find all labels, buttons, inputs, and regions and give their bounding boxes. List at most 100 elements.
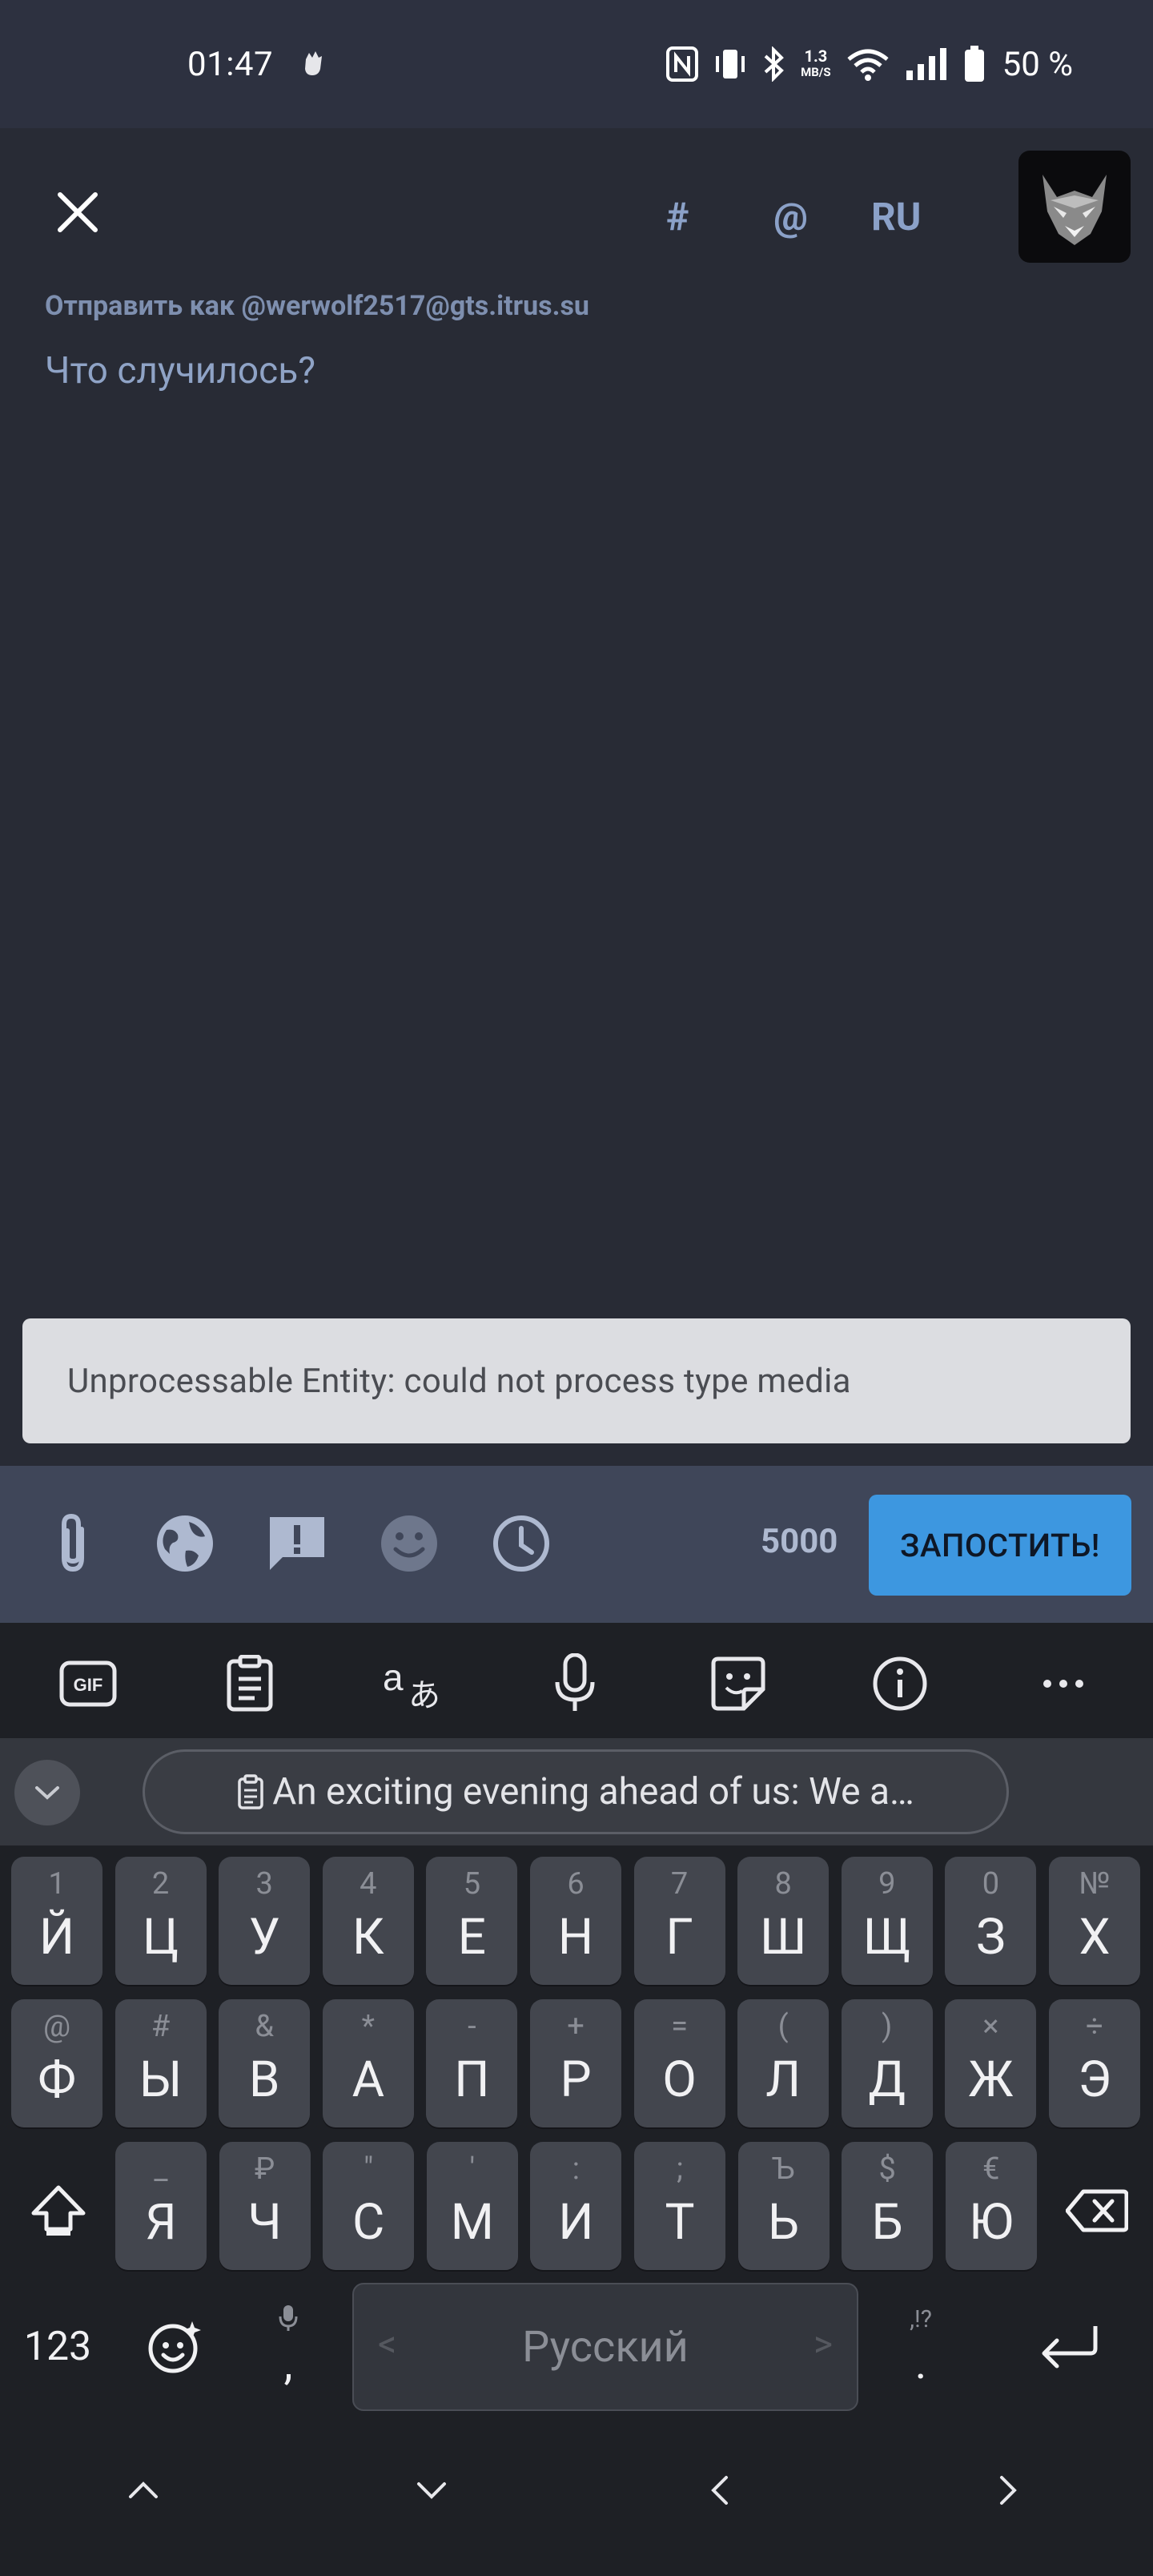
key-Я[interactable]: _ Я	[115, 2142, 207, 2270]
key-secondary-label: *	[361, 2009, 375, 2044]
character-counter: 5000	[761, 1522, 838, 1561]
key-Т[interactable]: ; Т	[634, 2142, 725, 2270]
key-Ш[interactable]: 8Ш	[737, 1857, 830, 1985]
paperclip-icon	[62, 1513, 84, 1572]
key-А[interactable]: * А	[322, 1999, 414, 2127]
key-secondary-label: &	[255, 2009, 274, 2044]
key-Ч[interactable]: ₽ Ч	[219, 2142, 311, 2270]
attach-button[interactable]	[37, 1507, 109, 1580]
key-Ф[interactable]: @ Ф	[11, 1999, 102, 2127]
key-Ю[interactable]: € Ю	[945, 2142, 1037, 2270]
collapse-toolbar-button[interactable]	[14, 1760, 80, 1825]
key-primary-label: П	[454, 2051, 490, 2109]
key-Д[interactable]: ) Д	[841, 1999, 933, 2127]
content-warning-button[interactable]	[261, 1507, 333, 1580]
numbers-key[interactable]: 123	[11, 2283, 104, 2411]
clock-icon	[493, 1515, 549, 1572]
post-text-input[interactable]: Что случилось?	[45, 349, 315, 392]
translate-button[interactable]: aあ	[381, 1652, 445, 1716]
visibility-button[interactable]	[149, 1507, 221, 1580]
key-К[interactable]: 4К	[322, 1857, 414, 1985]
key-Ж[interactable]: × Ж	[945, 1999, 1037, 2127]
key-secondary-label: _	[154, 2151, 168, 2187]
period-key[interactable]: ,!? .	[889, 2283, 953, 2411]
wifi-icon	[846, 46, 890, 82]
backspace-icon	[1066, 2189, 1128, 2232]
key-З[interactable]: 0З	[945, 1857, 1037, 1985]
key-Б[interactable]: $ Б	[842, 2142, 934, 2270]
gif-button[interactable]: GIF	[56, 1652, 120, 1716]
key-О[interactable]: = О	[633, 1999, 725, 2127]
send-as-label: Отправить как @werwolf2517@gts.itrus.su	[45, 290, 589, 322]
svg-text:あ: あ	[408, 1677, 440, 1713]
close-button[interactable]	[42, 176, 114, 248]
enter-key[interactable]	[1025, 2283, 1115, 2411]
key-primary-label: Ь	[768, 2193, 800, 2252]
backspace-key[interactable]	[1057, 2147, 1137, 2275]
mention-button[interactable]: @	[773, 184, 808, 248]
shift-key[interactable]	[22, 2147, 94, 2275]
keyboard: 1 Й 2 Ц 3 У 4 К 5 Е 6 Н 7 Г 8 Ш 9 Щ 0 З № Х @ Ф # Ы & В * А - П + Р = О(Л)…	[0, 1845, 1153, 2576]
key-secondary-label: 0	[982, 1866, 1000, 1902]
key-Э[interactable]: ÷ Э	[1049, 1999, 1140, 2127]
key-primary-label: Ы	[139, 2051, 183, 2109]
key-М[interactable]: ' М	[426, 2142, 518, 2270]
key-secondary-label: '	[469, 2151, 476, 2187]
bluetooth-icon	[762, 46, 786, 82]
key-В[interactable]: & В	[219, 1999, 311, 2127]
error-snackbar: Unprocessable Entity: could not process …	[22, 1318, 1131, 1443]
voice-input-button[interactable]	[543, 1652, 607, 1716]
key-Г[interactable]: 7Г	[633, 1857, 725, 1985]
key-Л[interactable]: (Л	[737, 1999, 830, 2127]
key-primary-label: Х	[1079, 1908, 1111, 1966]
chevron-left-icon: <	[378, 2323, 397, 2366]
sticker-button[interactable]	[706, 1652, 770, 1716]
key-primary-label: К	[352, 1908, 384, 1966]
chevron-down-nav-icon	[417, 2482, 446, 2499]
key-Р[interactable]: + Р	[530, 1999, 621, 2127]
key-primary-label: З	[975, 1908, 1006, 1966]
more-button[interactable]	[1031, 1652, 1095, 1716]
nav-right-button[interactable]	[972, 2454, 1044, 2526]
clipboard-button[interactable]	[218, 1652, 282, 1716]
key-primary-label: Б	[871, 2193, 903, 2252]
net-speed: 1.3 MB/S	[801, 48, 831, 80]
key-И[interactable]: :И	[530, 2142, 622, 2270]
key-Х[interactable]: № Х	[1049, 1857, 1140, 1985]
space-key[interactable]: < Русский >	[352, 2283, 858, 2411]
key-Щ[interactable]: 9Щ	[841, 1857, 933, 1985]
nav-down-button[interactable]	[396, 2454, 468, 2526]
comma-key[interactable]: ,	[256, 2283, 320, 2411]
battery-percent: 50 %	[1002, 44, 1073, 84]
globe-icon	[157, 1515, 213, 1572]
schedule-button[interactable]	[485, 1507, 557, 1580]
key-secondary-label: 4	[360, 1866, 377, 1902]
info-button[interactable]	[868, 1652, 932, 1716]
nav-up-button[interactable]	[107, 2454, 179, 2526]
translate-icon: aあ	[383, 1656, 440, 1713]
avatar[interactable]	[1018, 151, 1131, 263]
status-icons: 1.3 MB/S 50 %	[666, 43, 1073, 85]
compose-action-bar: 5000 ЗАПОСТИТЬ!	[0, 1466, 1153, 1623]
key-secondary-label: 2	[151, 1866, 170, 1902]
clipboard-suggestion[interactable]: An exciting evening ahead of us: We a…	[143, 1749, 1009, 1834]
key-Ц[interactable]: 2Ц	[114, 1857, 207, 1985]
svg-text:a: a	[383, 1656, 404, 1698]
emoji-key[interactable]	[135, 2283, 215, 2411]
emoji-button[interactable]	[373, 1507, 445, 1580]
language-button[interactable]: RU	[871, 184, 921, 248]
key-Е[interactable]: 5Е	[426, 1857, 518, 1985]
hashtag-button[interactable]: #	[666, 184, 689, 248]
key-secondary-label: 6	[567, 1866, 585, 1902]
nav-left-button[interactable]	[684, 2454, 756, 2526]
key-С[interactable]: " С	[323, 2142, 415, 2270]
key-П[interactable]: -П	[426, 1999, 518, 2127]
key-Ь[interactable]: ЪЬ	[737, 2142, 830, 2270]
post-button[interactable]: ЗАПОСТИТЬ!	[869, 1495, 1131, 1596]
key-secondary-label: :	[572, 2151, 580, 2187]
key-secondary-label: +	[567, 2009, 585, 2044]
key-У[interactable]: 3У	[219, 1857, 311, 1985]
key-Н[interactable]: 6Н	[530, 1857, 621, 1985]
key-Ы[interactable]: # Ы	[114, 1999, 207, 2127]
key-Й[interactable]: 1Й	[11, 1857, 102, 1985]
